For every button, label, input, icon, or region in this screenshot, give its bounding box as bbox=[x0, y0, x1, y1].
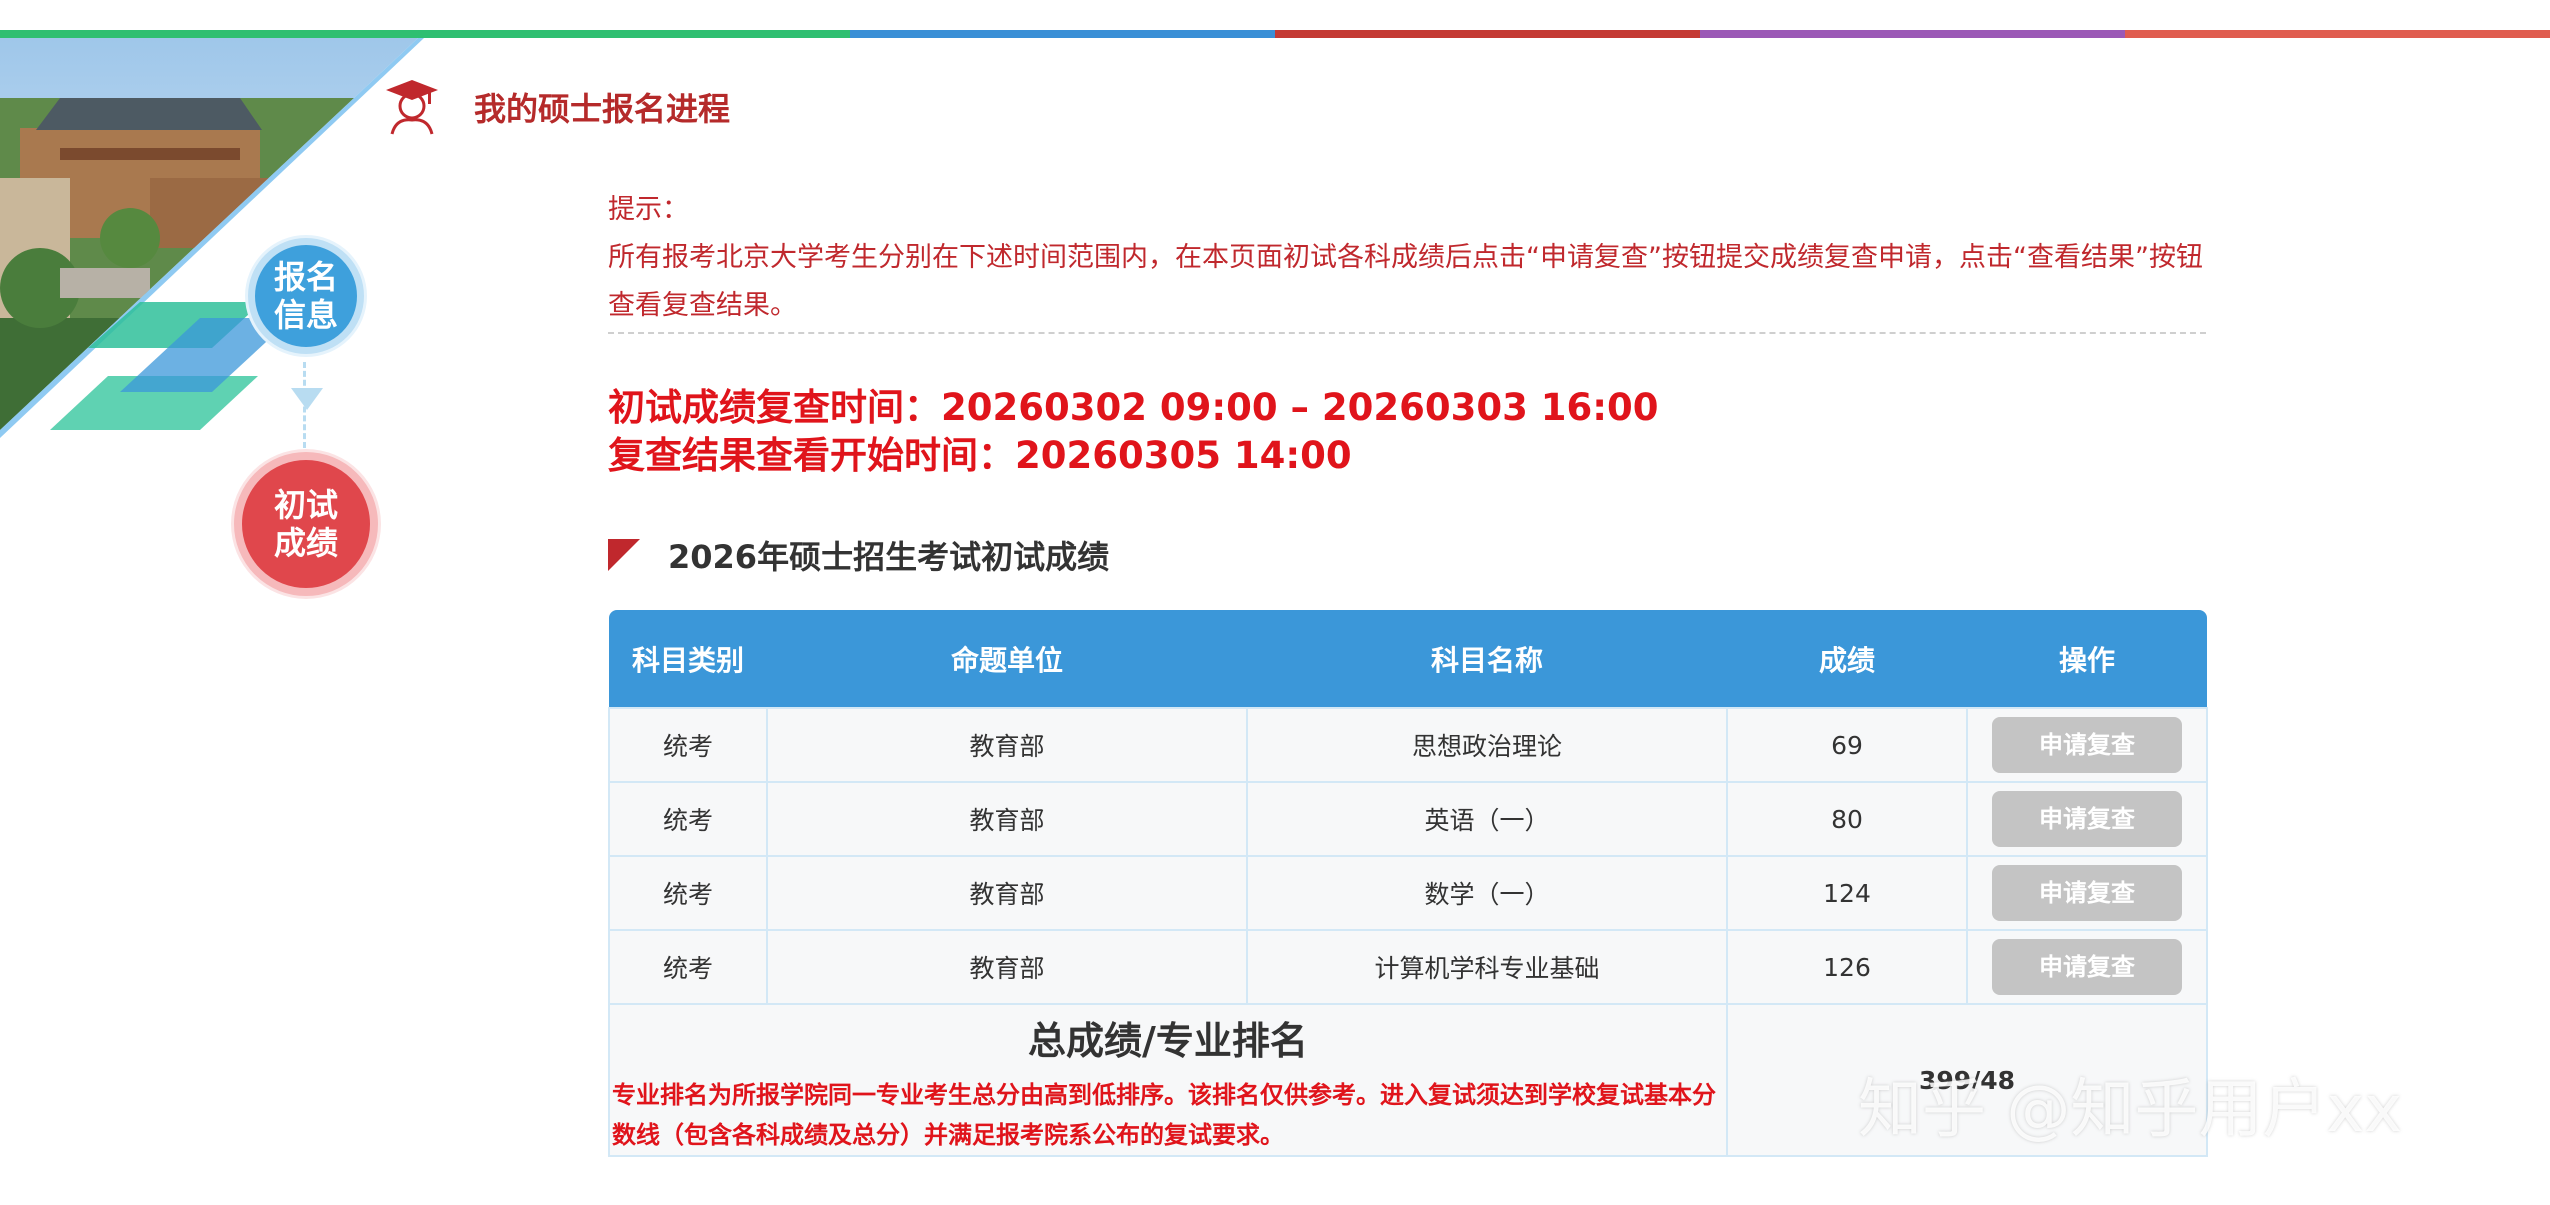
cell-category: 统考 bbox=[608, 929, 768, 1005]
step-label: 成绩 bbox=[273, 524, 338, 562]
flag-icon bbox=[608, 539, 640, 571]
notice-block: 提示： 所有报考北京大学考生分别在下述时间范围内，在本页面初试各科成绩后点击“申… bbox=[608, 186, 2208, 330]
section-title: 2026年硕士招生考试初试成绩 bbox=[668, 538, 1110, 576]
cell-score: 126 bbox=[1726, 929, 1968, 1005]
cell-subject: 计算机学科专业基础 bbox=[1246, 929, 1728, 1005]
cell-category: 统考 bbox=[608, 855, 768, 931]
rank-note: 专业排名为所报学院同一专业考生总分由高到低排序。该排名仅供参考。进入复试须达到学… bbox=[612, 1081, 1716, 1149]
apply-recheck-button[interactable]: 申请复查 bbox=[1992, 865, 2182, 921]
cell-unit: 教育部 bbox=[766, 929, 1248, 1005]
stripe-segment bbox=[2125, 30, 2550, 38]
table-row: 统考 教育部 数学（一） 124 申请复查 bbox=[608, 855, 2208, 931]
notice-text: 所有报考北京大学考生分别在下述时间范围内，在本页面初试各科成绩后点击“申请复查”… bbox=[608, 242, 2203, 321]
divider bbox=[608, 332, 2206, 334]
watermark: 知乎 @知乎用户xx bbox=[1858, 1073, 2403, 1147]
table-row: 统考 教育部 计算机学科专业基础 126 申请复查 bbox=[608, 929, 2208, 1005]
recheck-time: 初试成绩复查时间：20260302 09:00 – 20260303 16:00 bbox=[608, 386, 1659, 429]
stripe-segment bbox=[1275, 30, 1700, 38]
step-label: 报名 bbox=[273, 258, 338, 296]
column-header: 科目类别 bbox=[609, 610, 767, 708]
graduate-icon bbox=[386, 80, 438, 135]
apply-recheck-button[interactable]: 申请复查 bbox=[1992, 939, 2182, 995]
cell-unit: 教育部 bbox=[766, 781, 1248, 857]
cell-score: 124 bbox=[1726, 855, 1968, 931]
cell-action: 申请复查 bbox=[1966, 781, 2208, 857]
time-info: 初试成绩复查时间：20260302 09:00 – 20260303 16:00… bbox=[608, 384, 1659, 480]
stripe-segment bbox=[850, 30, 1275, 38]
cell-category: 统考 bbox=[608, 781, 768, 857]
table-row: 统考 教育部 思想政治理论 69 申请复查 bbox=[608, 707, 2208, 783]
page-title: 我的硕士报名进程 bbox=[474, 90, 731, 128]
cell-category: 统考 bbox=[608, 707, 768, 783]
apply-recheck-button[interactable]: 申请复查 bbox=[1992, 791, 2182, 847]
result-start-time: 复查结果查看开始时间：20260305 14:00 bbox=[608, 434, 1352, 477]
total-title: 总成绩/专业排名 bbox=[1028, 1019, 1308, 1063]
cell-subject: 数学（一） bbox=[1246, 855, 1728, 931]
cell-subject: 英语（一） bbox=[1246, 781, 1728, 857]
section-header: 2026年硕士招生考试初试成绩 bbox=[608, 532, 1109, 578]
cell-score: 69 bbox=[1726, 707, 1968, 783]
column-header: 操作 bbox=[1967, 610, 2207, 708]
table-row: 统考 教育部 英语（一） 80 申请复查 bbox=[608, 781, 2208, 857]
step-arrow-icon bbox=[291, 388, 323, 410]
cell-unit: 教育部 bbox=[766, 707, 1248, 783]
step-preliminary-score[interactable]: 初试 成绩 bbox=[234, 452, 378, 596]
step-registration-info[interactable]: 报名 信息 bbox=[248, 238, 364, 354]
column-header: 科目名称 bbox=[1247, 610, 1727, 708]
notice-label: 提示： bbox=[608, 194, 689, 225]
table-header-row: 科目类别 命题单位 科目名称 成绩 操作 bbox=[609, 610, 2207, 708]
top-color-stripe bbox=[0, 30, 2550, 38]
cell-unit: 教育部 bbox=[766, 855, 1248, 931]
column-header: 命题单位 bbox=[767, 610, 1247, 708]
cell-action: 申请复查 bbox=[1966, 855, 2208, 931]
cell-action: 申请复查 bbox=[1966, 707, 2208, 783]
cell-score: 80 bbox=[1726, 781, 1968, 857]
stripe-segment bbox=[0, 30, 425, 38]
cell-action: 申请复查 bbox=[1966, 929, 2208, 1005]
step-label: 初试 bbox=[273, 486, 338, 524]
stripe-segment bbox=[425, 30, 850, 38]
campus-photo bbox=[0, 38, 424, 438]
cell-subject: 思想政治理论 bbox=[1246, 707, 1728, 783]
side-decoration: 报名 信息 初试 成绩 bbox=[0, 38, 440, 596]
apply-recheck-button[interactable]: 申请复查 bbox=[1992, 717, 2182, 773]
stripe-segment bbox=[1700, 30, 2125, 38]
step-label: 信息 bbox=[273, 296, 338, 334]
total-label-cell: 总成绩/专业排名 专业排名为所报学院同一专业考生总分由高到低排序。该排名仅供参考… bbox=[608, 1003, 1728, 1157]
column-header: 成绩 bbox=[1727, 610, 1967, 708]
